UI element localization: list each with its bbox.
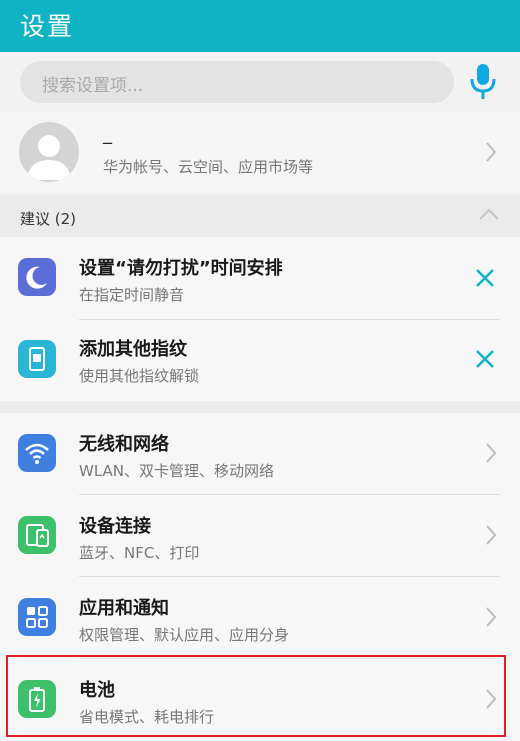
device-connect-icon [18,516,56,554]
suggestion-item-fingerprint[interactable]: 添加其他指纹 使用其他指纹解锁 [0,321,520,401]
highlight-box [6,655,506,737]
settings-item-device-connection[interactable]: 设备连接 蓝牙、NFC、打印 [0,495,520,575]
chevron-right-icon [486,525,497,545]
close-icon[interactable] [474,348,496,370]
moon-icon [18,258,56,296]
apps-icon [18,598,56,636]
account-row[interactable]: _ 华为帐号、云空间、应用市场等 [0,112,520,192]
suggestion-title: 添加其他指纹 [79,339,187,360]
suggestions-title: 建议 (2) [20,210,77,228]
settings-item-subtitle: 权限管理、默认应用、应用分身 [79,626,290,644]
fingerprint-phone-icon [18,340,56,378]
chevron-right-icon [486,607,497,627]
settings-item-title: 无线和网络 [79,434,169,455]
person-icon [27,135,71,180]
close-icon[interactable] [474,267,496,289]
settings-item-wireless[interactable]: 无线和网络 WLAN、双卡管理、移动网络 [0,413,520,493]
wifi-icon [18,434,56,472]
account-name: _ [103,124,112,145]
suggestion-title: 设置“请勿打扰”时间安排 [79,258,283,279]
suggestion-subtitle: 使用其他指纹解锁 [79,367,200,385]
settings-item-title: 应用和通知 [79,598,169,619]
settings-item-subtitle: 蓝牙、NFC、打印 [79,544,200,562]
search-placeholder: 搜索设置项... [42,76,144,96]
chevron-up-icon[interactable] [478,207,500,221]
section-gap [0,401,520,413]
chevron-right-icon [486,443,497,463]
microphone-icon[interactable] [468,62,498,102]
settings-item-apps-notifications[interactable]: 应用和通知 权限管理、默认应用、应用分身 [0,577,520,657]
suggestions-header[interactable]: 建议 (2) [0,195,520,237]
avatar [19,122,79,182]
divider [79,319,500,320]
page-title: 设置 [20,12,75,41]
chevron-right-icon [486,142,497,162]
search-input[interactable]: 搜索设置项... [20,61,454,103]
settings-item-subtitle: WLAN、双卡管理、移动网络 [79,462,275,480]
account-subtitle: 华为帐号、云空间、应用市场等 [103,158,314,176]
settings-item-title: 设备连接 [79,516,151,537]
app-header: 设置 [0,0,520,52]
suggestions-list: 设置“请勿打扰”时间安排 在指定时间静音 添加其他指纹 使用其他指纹解锁 [0,237,520,401]
suggestion-item-dnd[interactable]: 设置“请勿打扰”时间安排 在指定时间静音 [0,237,520,317]
suggestion-subtitle: 在指定时间静音 [79,286,185,304]
